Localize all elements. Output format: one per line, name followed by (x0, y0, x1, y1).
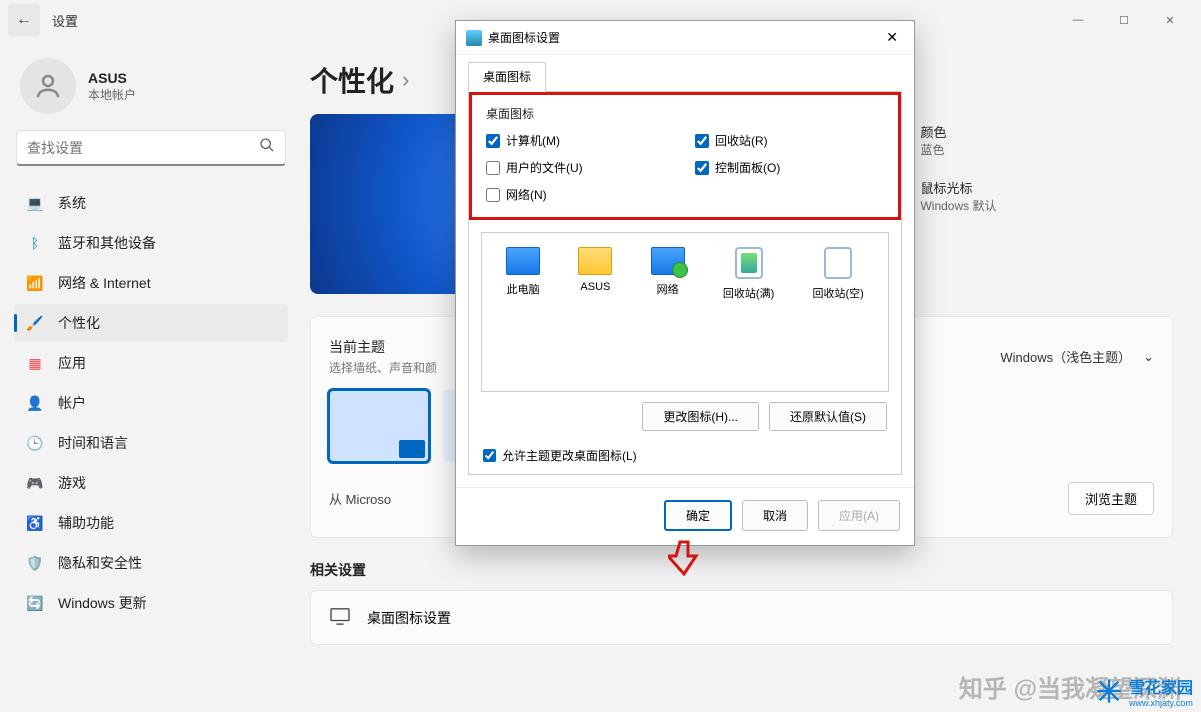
sidebar: ASUS 本地帐户 💻 系统 ᛒ 蓝牙和其他设备 📶 网络 & Internet 🖌️ 个性化… (0, 40, 300, 712)
nav-label: 系统 (58, 193, 86, 213)
dialog-close-button[interactable]: ✕ (880, 27, 904, 48)
theme-select[interactable]: Windows（浅色主题） ⌄ (1000, 347, 1154, 366)
related-title: 相关设置 (310, 560, 1173, 580)
ok-button[interactable]: 确定 (664, 500, 732, 531)
related-desktop-icons[interactable]: 桌面图标设置 (310, 590, 1173, 645)
allow-theme-check[interactable]: 允许主题更改桌面图标(L) (469, 437, 901, 474)
nav-label: 帐户 (58, 393, 86, 413)
monitor-icon (329, 607, 351, 628)
sidebar-item-4[interactable]: ▦ 应用 (14, 344, 288, 382)
dialog-title: 桌面图标设置 (488, 29, 560, 46)
theme-selected-label: Windows（浅色主题） (1000, 347, 1131, 366)
rail-cursor-sub: Windows 默认 (920, 197, 996, 214)
nav-label: 网络 & Internet (58, 273, 151, 293)
nav-icon: 🔄 (26, 594, 44, 612)
check-userfiles[interactable]: 用户的文件(U) (486, 159, 675, 176)
avatar (20, 58, 76, 114)
nav-icon: 🛡️ (26, 554, 44, 572)
restore-defaults-button[interactable]: 还原默认值(S) (769, 402, 887, 431)
breadcrumb-root[interactable]: 个性化 (310, 60, 394, 100)
nav-label: 个性化 (58, 313, 100, 333)
cancel-button[interactable]: 取消 (742, 500, 808, 531)
icon-preview-box: 此电脑 ASUS 网络 回收站(满) 回收站(空) (481, 232, 889, 392)
sidebar-item-10[interactable]: 🔄 Windows 更新 (14, 584, 288, 622)
sidebar-item-6[interactable]: 🕒 时间和语言 (14, 424, 288, 462)
icon-recycle-full[interactable]: 回收站(满) (723, 247, 774, 301)
rail-color-title: 颜色 (920, 122, 946, 141)
icon-user-folder[interactable]: ASUS (578, 247, 612, 301)
theme-thumb-1[interactable] (329, 390, 429, 462)
nav-label: 时间和语言 (58, 433, 128, 453)
search-icon (259, 137, 275, 158)
nav-label: 辅助功能 (58, 513, 114, 533)
sidebar-item-5[interactable]: 👤 帐户 (14, 384, 288, 422)
sidebar-item-3[interactable]: 🖌️ 个性化 (14, 304, 288, 342)
check-control[interactable]: 控制面板(O) (695, 159, 884, 176)
close-button[interactable]: ✕ (1147, 4, 1193, 36)
user-name: ASUS (88, 70, 136, 86)
nav-label: 游戏 (58, 473, 86, 493)
theme-sub: 选择墙纸、声音和颜 (329, 359, 437, 376)
nav-label: 隐私和安全性 (58, 553, 142, 573)
search-box[interactable] (16, 130, 286, 166)
back-button[interactable]: ← (8, 4, 40, 36)
sidebar-item-7[interactable]: 🎮 游戏 (14, 464, 288, 502)
user-account-type: 本地帐户 (88, 86, 136, 103)
nav-label: Windows 更新 (58, 593, 147, 613)
nav-icon: 🕒 (26, 434, 44, 452)
search-input[interactable] (27, 140, 259, 156)
app-title: 设置 (52, 11, 78, 30)
sidebar-item-9[interactable]: 🛡️ 隐私和安全性 (14, 544, 288, 582)
change-icon-button[interactable]: 更改图标(H)... (642, 402, 759, 431)
icon-network[interactable]: 网络 (651, 247, 685, 301)
nav-icon: 🖌️ (26, 314, 44, 332)
check-network[interactable]: 网络(N) (486, 186, 675, 203)
tab-desktop-icons[interactable]: 桌面图标 (468, 62, 546, 92)
nav-icon: ᛒ (26, 234, 44, 252)
nav-icon: 📶 (26, 274, 44, 292)
dialog-icon (466, 30, 482, 46)
nav-label: 蓝牙和其他设备 (58, 233, 156, 253)
annotation-arrow (668, 540, 700, 581)
chevron-down-icon: ⌄ (1143, 349, 1154, 365)
window-controls: — ☐ ✕ (1055, 4, 1193, 36)
watermark-brand: 雪花家园 www.xhjaty.com (1095, 674, 1193, 708)
group-title: 桌面图标 (486, 105, 884, 122)
rail-cursor-title: 鼠标光标 (920, 178, 996, 197)
nav-icon: ♿ (26, 514, 44, 532)
minimize-button[interactable]: — (1055, 4, 1101, 36)
nav-label: 应用 (58, 353, 86, 373)
icon-this-pc[interactable]: 此电脑 (506, 247, 540, 301)
store-text: 从 Microso (329, 489, 391, 508)
nav-icon: 🎮 (26, 474, 44, 492)
nav-icon: 💻 (26, 194, 44, 212)
nav-icon: 👤 (26, 394, 44, 412)
snowflake-icon (1095, 677, 1123, 705)
sidebar-item-2[interactable]: 📶 网络 & Internet (14, 264, 288, 302)
sidebar-item-8[interactable]: ♿ 辅助功能 (14, 504, 288, 542)
related-item-label: 桌面图标设置 (367, 608, 451, 628)
rail-color-sub: 蓝色 (920, 141, 946, 158)
browse-themes-button[interactable]: 浏览主题 (1068, 482, 1154, 515)
check-recycle[interactable]: 回收站(R) (695, 132, 884, 149)
sidebar-item-0[interactable]: 💻 系统 (14, 184, 288, 222)
user-block[interactable]: ASUS 本地帐户 (14, 50, 288, 130)
nav-icon: ▦ (26, 354, 44, 372)
check-computer[interactable]: 计算机(M) (486, 132, 675, 149)
theme-title: 当前主题 (329, 337, 437, 357)
nav: 💻 系统 ᛒ 蓝牙和其他设备 📶 网络 & Internet 🖌️ 个性化 ▦ 应用 👤 帐户 🕒 时间和… (14, 184, 288, 622)
desktop-icon-dialog: 桌面图标设置 ✕ 桌面图标 桌面图标 计算机(M) 回收站(R) 用户的文件(U… (455, 20, 915, 546)
apply-button[interactable]: 应用(A) (818, 500, 900, 531)
chevron-right-icon: › (402, 67, 409, 93)
sidebar-item-1[interactable]: ᛒ 蓝牙和其他设备 (14, 224, 288, 262)
maximize-button[interactable]: ☐ (1101, 4, 1147, 36)
icon-recycle-empty[interactable]: 回收站(空) (813, 247, 864, 301)
